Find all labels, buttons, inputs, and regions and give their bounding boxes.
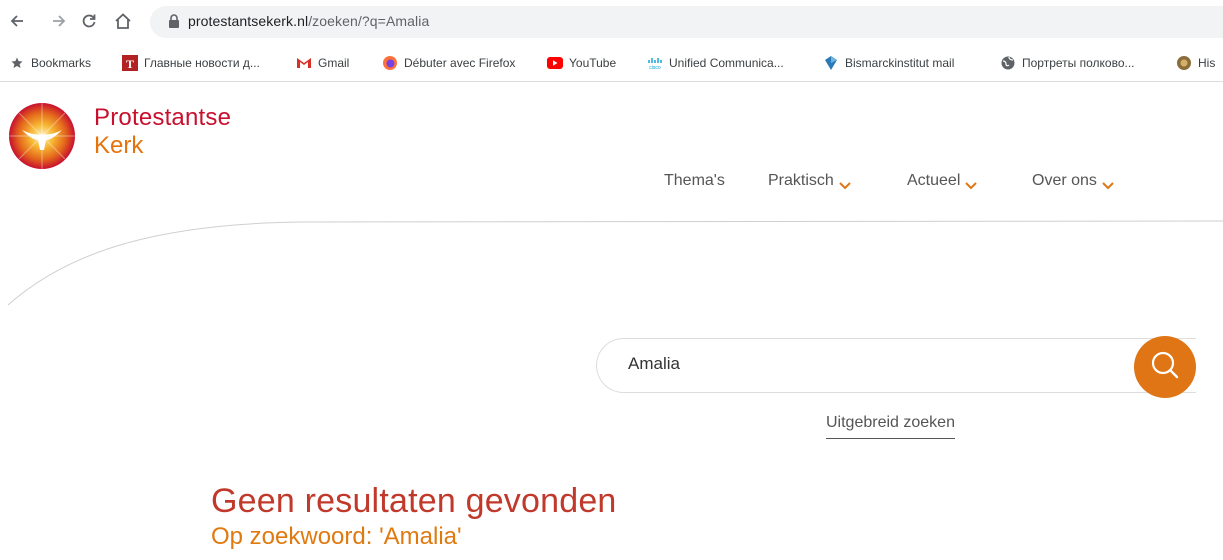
svg-text:cisco: cisco [649,65,661,69]
url-host: protestantsekerk.nl [188,13,309,29]
bookmark-label: Unified Communica... [669,56,784,70]
nav-label: Praktisch [768,172,834,189]
bismarck-icon [823,55,839,71]
bookmark-label: YouTube [569,56,617,70]
address-bar-row: protestantsekerk.nl/zoeken/?q=Amalia [0,0,1223,44]
brand-name-line2[interactable]: Kerk [94,132,143,160]
site-logo[interactable] [8,100,76,172]
advanced-search-link[interactable]: Uitgebreid zoeken [826,414,955,439]
nav-themas[interactable]: Thema's [664,172,725,190]
gmail-icon [296,55,312,71]
nav-label: Over ons [1032,172,1097,189]
history-icon [1176,55,1192,71]
bookmark-firefox[interactable]: Débuter avec Firefox [382,55,515,71]
nav-over-ons[interactable]: Over ons [1032,172,1114,190]
bookmark-label: Débuter avec Firefox [404,56,516,70]
search-icon [1149,349,1181,386]
bookmark-label: Bismarckinstitut mail [845,56,955,70]
chevron-down-icon [1102,177,1114,190]
bookmark-bismarck[interactable]: Bismarckinstitut mail [823,55,954,71]
nav-actueel[interactable]: Actueel [907,172,978,190]
bookmark-news[interactable]: T Главные новости д... [122,55,260,71]
bookmark-gmail[interactable]: Gmail [296,55,349,71]
cisco-icon: cisco [647,55,663,71]
url-field[interactable]: protestantsekerk.nl/zoeken/?q=Amalia [150,6,1223,38]
star-icon [9,55,25,71]
nav-label: Thema's [664,172,725,189]
forward-arrow-icon[interactable] [48,10,70,32]
nav-label: Actueel [907,172,961,189]
bookmark-unified[interactable]: cisco Unified Communica... [647,55,784,71]
chevron-down-icon [965,177,978,190]
search-input[interactable] [628,354,1108,374]
reload-icon[interactable] [78,10,100,32]
search-term-subheading: Op zoekwoord: 'Amalia' [211,523,462,550]
bookmark-portrety[interactable]: Портреты полково... [1000,55,1135,71]
browser-window: protestantsekerk.nl/zoeken/?q=Amalia Boo… [0,0,1223,560]
no-results-heading: Geen resultaten gevonden [211,482,617,520]
url-text[interactable]: protestantsekerk.nl/zoeken/?q=Amalia [188,13,429,29]
bookmark-youtube[interactable]: YouTube [547,55,616,71]
bookmark-label: Главные новости д... [144,56,260,70]
back-arrow-icon[interactable] [6,10,28,32]
nav-praktisch[interactable]: Praktisch [768,172,851,190]
bookmark-label: Gmail [318,56,350,70]
brand-name-line1[interactable]: Protestantse [94,104,231,132]
header-divider-curve [7,220,1223,306]
url-path: /zoeken/?q=Amalia [308,13,430,29]
bookmark-label: Bookmarks [31,56,92,70]
bookmark-label: Портреты полково... [1022,56,1135,70]
t-news-icon: T [122,55,138,71]
firefox-icon [382,55,398,71]
svg-text:T: T [126,57,134,71]
youtube-icon [547,55,563,71]
chevron-down-icon [839,177,851,190]
bookmark-label: His [1198,56,1216,70]
globe-icon [1000,55,1016,71]
bookmarks-bar: Bookmarks T Главные новости д... Gmail D… [0,44,1223,82]
home-icon[interactable] [112,10,134,32]
bookmark-bookmarks[interactable]: Bookmarks [9,55,91,71]
search-box [596,338,1196,393]
search-button[interactable] [1134,336,1196,398]
lock-icon[interactable] [168,14,182,30]
bookmark-his[interactable]: His [1176,55,1215,71]
